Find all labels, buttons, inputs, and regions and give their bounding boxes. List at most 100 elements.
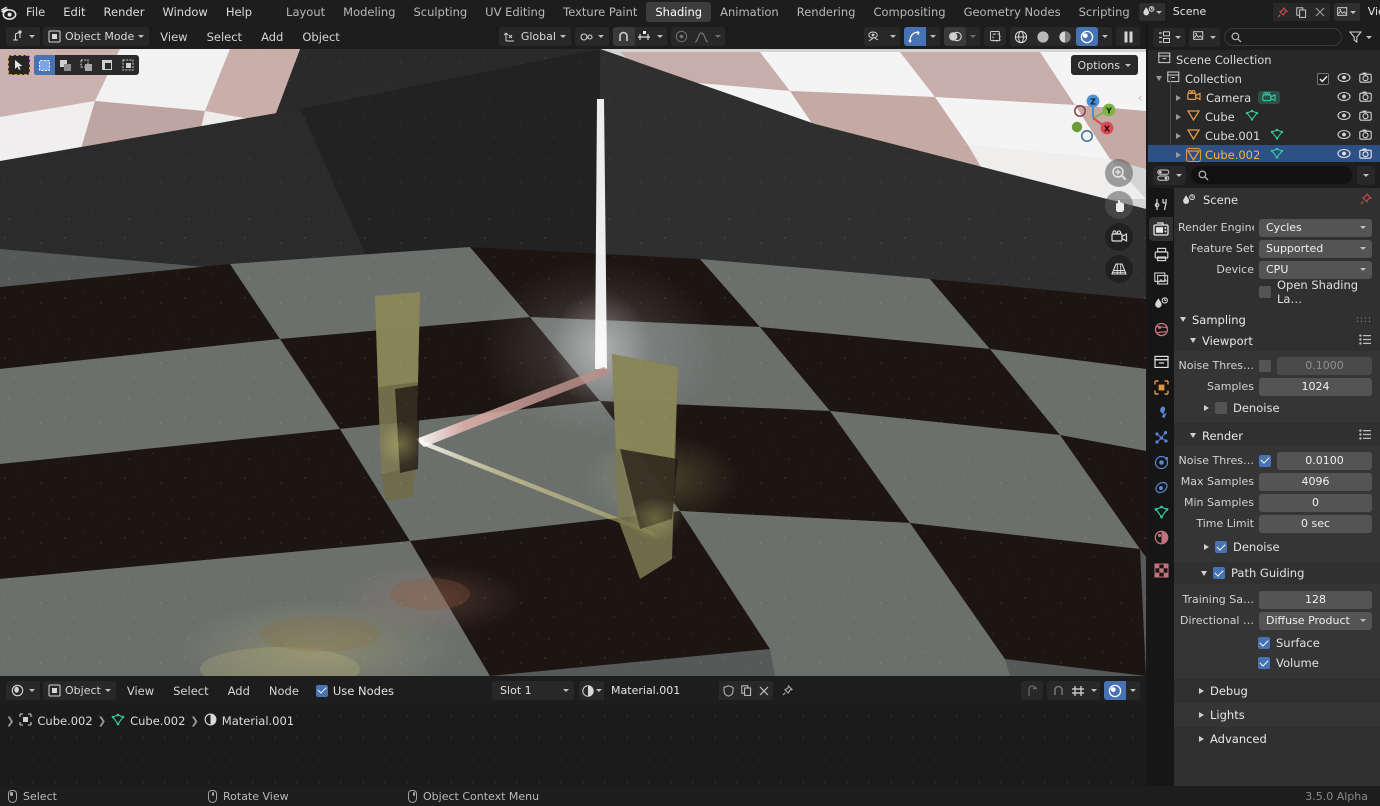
- solid-shading-icon[interactable]: [1032, 27, 1054, 46]
- unlink-material-icon[interactable]: [755, 681, 773, 700]
- chevron-right-icon[interactable]: [1204, 405, 1209, 411]
- mesh-data-icon[interactable]: [1245, 109, 1259, 124]
- sampling-panel-header[interactable]: Sampling ::::: [1174, 309, 1380, 330]
- device-dropdown[interactable]: CPU: [1259, 260, 1372, 279]
- path-guiding-checkbox[interactable]: [1213, 567, 1225, 579]
- gizmo-chevron-icon[interactable]: [926, 27, 940, 46]
- lights-panel-header[interactable]: Lights: [1174, 703, 1380, 727]
- viewport-samples-value[interactable]: 1024: [1259, 377, 1372, 396]
- go-to-parent-node-tree-button[interactable]: [1021, 681, 1043, 700]
- chevron-right-icon[interactable]: [1199, 712, 1204, 718]
- viewport-menu-view[interactable]: View: [152, 27, 195, 46]
- proportional-editing-icon[interactable]: [671, 27, 693, 46]
- shader-menu-add[interactable]: Add: [220, 681, 258, 700]
- material-selector[interactable]: Material.001: [579, 681, 774, 700]
- select-intersect-icon[interactable]: [118, 55, 139, 75]
- viewport-noise-threshold-value[interactable]: 0.1000: [1277, 356, 1372, 375]
- viewport-noise-threshold-checkbox[interactable]: [1259, 359, 1271, 372]
- outliner-display-mode-selector[interactable]: [1189, 27, 1220, 47]
- pause-render-button[interactable]: [1116, 27, 1140, 46]
- eye-icon[interactable]: [1337, 72, 1351, 86]
- tab-particles[interactable]: [1149, 425, 1173, 449]
- node-material-preview-icon[interactable]: [1104, 681, 1126, 700]
- shading-chevron-icon[interactable]: [1098, 27, 1112, 46]
- outliner-row-scene-collection[interactable]: Scene Collection: [1148, 50, 1380, 69]
- fake-user-shield-icon[interactable]: [719, 681, 737, 700]
- tab-world[interactable]: [1149, 317, 1173, 341]
- expander-right-icon[interactable]: [1176, 132, 1181, 139]
- viewport-denoise-row[interactable]: Denoise: [1174, 398, 1380, 418]
- volume-row[interactable]: Volume: [1174, 653, 1380, 673]
- feature-set-dropdown[interactable]: Supported: [1259, 239, 1372, 258]
- tab-tool[interactable]: [1149, 192, 1173, 216]
- time-limit-value[interactable]: 0 sec: [1259, 514, 1372, 533]
- new-material-icon[interactable]: [737, 681, 755, 700]
- tab-object-data[interactable]: [1149, 500, 1173, 524]
- outliner-search-input[interactable]: [1224, 28, 1342, 46]
- drag-dots-icon[interactable]: ::::: [1356, 315, 1372, 324]
- expander-right-icon[interactable]: [1176, 151, 1181, 158]
- properties-options-chevron-icon[interactable]: [1357, 165, 1375, 185]
- tab-scene[interactable]: [1149, 292, 1173, 316]
- viewport-menu-add[interactable]: Add: [253, 27, 291, 46]
- scene-selector[interactable]: Scene: [1138, 3, 1330, 21]
- scene-icon[interactable]: [1138, 3, 1165, 21]
- chevron-right-icon[interactable]: [1204, 544, 1209, 550]
- eye-icon[interactable]: [1337, 148, 1351, 162]
- properties-search-input[interactable]: [1191, 166, 1352, 184]
- workspace-tab-texture-paint[interactable]: Texture Paint: [554, 2, 646, 22]
- render-noise-threshold-checkbox[interactable]: [1259, 454, 1271, 467]
- node-shading-chevron-icon[interactable]: [1126, 681, 1140, 700]
- chevron-down-icon[interactable]: [1201, 570, 1207, 576]
- debug-panel-header[interactable]: Debug: [1174, 679, 1380, 703]
- viewport-subpanel-header[interactable]: Viewport: [1174, 330, 1380, 351]
- move-view-icon[interactable]: [1105, 191, 1133, 219]
- tab-constraints[interactable]: [1149, 475, 1173, 499]
- expander-right-icon[interactable]: [1176, 113, 1181, 120]
- open-shading-language-checkbox[interactable]: [1259, 285, 1271, 298]
- outliner-row-collection[interactable]: Collection: [1148, 69, 1380, 88]
- open-sidebar-arrow-icon[interactable]: ‹: [1138, 91, 1143, 106]
- camera-render-icon[interactable]: [1359, 148, 1372, 162]
- viewlayer-selector[interactable]: ViewLayer: [1333, 3, 1380, 21]
- select-subtract-icon[interactable]: [76, 55, 97, 75]
- tab-physics[interactable]: [1149, 450, 1173, 474]
- tab-material[interactable]: [1149, 525, 1173, 549]
- workspace-tab-modeling[interactable]: Modeling: [334, 2, 404, 22]
- outliner-filter-button[interactable]: [1346, 28, 1375, 47]
- workspace-tab-rendering[interactable]: Rendering: [788, 2, 865, 22]
- properties-editor-type-selector[interactable]: [1153, 165, 1186, 185]
- rendered-shading-icon[interactable]: [1076, 27, 1098, 46]
- zoom-view-icon[interactable]: [1105, 159, 1133, 187]
- preset-list-icon[interactable]: [1359, 428, 1372, 443]
- collection-exclude-checkbox[interactable]: [1317, 72, 1329, 85]
- tab-collection[interactable]: [1149, 350, 1173, 374]
- snap-increment-icon[interactable]: [635, 27, 653, 46]
- pin-scene-icon[interactable]: [1273, 3, 1292, 21]
- outliner-editor-type-selector[interactable]: [1153, 27, 1185, 47]
- camera-render-icon[interactable]: [1359, 110, 1372, 124]
- volume-checkbox[interactable]: [1258, 657, 1270, 669]
- scene-name[interactable]: Scene: [1164, 3, 1273, 21]
- object-visibility-icon[interactable]: [864, 27, 886, 46]
- transform-orientation-selector[interactable]: Global: [498, 27, 571, 46]
- camera-render-icon[interactable]: [1359, 72, 1372, 86]
- snap-magnet-icon[interactable]: [612, 27, 635, 46]
- workspace-tab-layout[interactable]: Layout: [277, 2, 334, 22]
- workspace-tab-scripting[interactable]: Scripting: [1070, 2, 1139, 22]
- pin-material-icon[interactable]: [778, 681, 796, 700]
- tab-modifiers[interactable]: [1149, 400, 1173, 424]
- object-mode-selector[interactable]: Object Mode: [43, 27, 150, 46]
- shader-editor-type-selector[interactable]: [6, 681, 40, 700]
- material-slot-selector[interactable]: Slot 1: [492, 681, 575, 700]
- pin-id-icon[interactable]: [1360, 192, 1373, 208]
- editor-type-selector[interactable]: [6, 27, 40, 46]
- wireframe-shading-icon[interactable]: [1010, 27, 1032, 46]
- viewport-menu-object[interactable]: Object: [294, 27, 347, 46]
- properties-content[interactable]: Scene Render Engine Cycles Feature Set S…: [1174, 188, 1380, 790]
- render-denoise-row[interactable]: Denoise: [1174, 537, 1380, 557]
- menu-render[interactable]: Render: [95, 3, 154, 22]
- camera-render-icon[interactable]: [1359, 91, 1372, 105]
- advanced-panel-header[interactable]: Advanced: [1174, 727, 1380, 751]
- 3d-viewport[interactable]: Options Z Y X ‹ ‹: [0, 49, 1146, 676]
